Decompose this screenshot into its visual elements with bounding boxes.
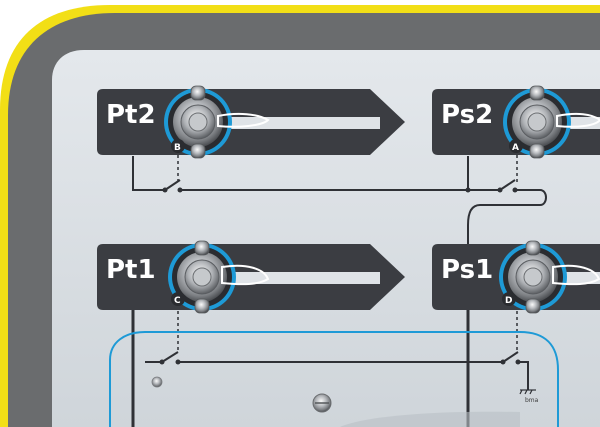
port-plate-pt2: Pt2 bbox=[97, 89, 405, 155]
port-label-pt1: Pt1 bbox=[106, 255, 156, 285]
small-bolt bbox=[151, 376, 163, 388]
port-label-ps2: Ps2 bbox=[441, 100, 493, 130]
port-label-ps1: Ps1 bbox=[441, 255, 493, 285]
panel-scene: bma Pt2 Ps2 Pt1 Ps1 B A C D bbox=[0, 5, 600, 427]
ground-symbol-text: bma bbox=[525, 397, 539, 404]
port-label-pt2: Pt2 bbox=[106, 100, 156, 130]
port-letter-d: D bbox=[505, 296, 512, 306]
port-letter-c: C bbox=[174, 296, 181, 306]
center-screw bbox=[312, 393, 332, 413]
port-letter-b: B bbox=[174, 143, 181, 153]
port-letter-a: A bbox=[512, 143, 519, 153]
port-plate-pt1: Pt1 bbox=[97, 244, 405, 310]
